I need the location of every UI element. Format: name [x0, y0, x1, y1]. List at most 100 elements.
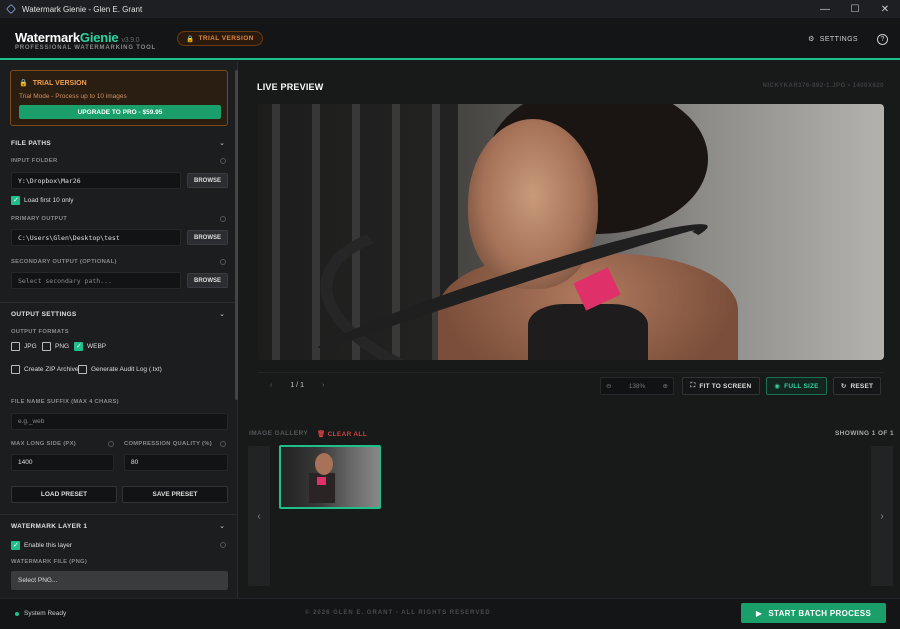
- max-long-side-input[interactable]: 1400: [11, 454, 114, 471]
- secondary-output-field[interactable]: Select secondary path...: [11, 272, 181, 289]
- zoom-level: 138%: [628, 382, 646, 390]
- settings-label: SETTINGS: [819, 35, 858, 43]
- section-divider: [0, 514, 237, 515]
- live-preview-title: LIVE PREVIEW: [257, 82, 324, 92]
- info-icon[interactable]: [220, 158, 226, 164]
- watermark-layer-title: WATERMARK LAYER 1: [11, 523, 88, 530]
- settings-button[interactable]: ⚙ SETTINGS: [808, 35, 858, 44]
- chevron-down-icon[interactable]: ⌄: [219, 522, 225, 530]
- enable-layer-checkbox[interactable]: [11, 541, 20, 550]
- status-indicator: System Ready: [15, 610, 66, 617]
- info-icon[interactable]: [220, 542, 226, 548]
- logo-accent: Gienie: [79, 30, 119, 45]
- app-icon: [6, 4, 16, 14]
- info-icon[interactable]: [108, 441, 114, 447]
- zip-archive-checkbox[interactable]: [11, 365, 20, 374]
- enable-layer-label: Enable this layer: [24, 542, 73, 549]
- info-icon[interactable]: [220, 259, 226, 265]
- app-tagline: PROFESSIONAL WATERMARKING TOOL: [15, 45, 157, 51]
- lock-icon: 🔒: [19, 80, 28, 87]
- format-webp-label: WEBP: [87, 343, 107, 350]
- preview-toolbar: ‹ 1 / 1 › ⊖ 138% ⊕ ⛶ FIT TO SCREEN ◉ FUL…: [258, 372, 884, 398]
- window-title: Watermark Gienie - Glen E. Grant: [22, 4, 143, 14]
- gallery-next-icon[interactable]: ›: [871, 446, 893, 586]
- prev-page-icon[interactable]: ‹: [270, 382, 272, 389]
- upgrade-button[interactable]: UPGRADE TO PRO - $59.95: [19, 105, 221, 119]
- gallery-prev-icon[interactable]: ‹: [248, 446, 270, 586]
- primary-output-label: PRIMARY OUTPUT: [11, 216, 68, 222]
- start-batch-label: START BATCH PROCESS: [768, 608, 872, 618]
- zip-archive-label: Create ZIP Archive: [24, 366, 79, 373]
- minimize-icon[interactable]: —: [810, 0, 840, 18]
- fit-to-screen-button[interactable]: ⛶ FIT TO SCREEN: [682, 377, 760, 395]
- trial-box-title-text: TRIAL VERSION: [32, 79, 87, 87]
- audit-log-checkbox[interactable]: [78, 365, 87, 374]
- page-indicator: 1 / 1: [290, 382, 304, 389]
- info-icon[interactable]: [220, 441, 226, 447]
- reset-button[interactable]: ↻ RESET: [833, 377, 881, 395]
- suffix-input[interactable]: e.g._web: [11, 413, 228, 430]
- start-batch-button[interactable]: ▶ START BATCH PROCESS: [741, 603, 886, 623]
- page-nav: ‹ 1 / 1 ›: [270, 382, 324, 389]
- browse-primary-button[interactable]: BROWSE: [187, 230, 228, 245]
- browse-secondary-button[interactable]: BROWSE: [187, 273, 228, 288]
- gallery-thumbnail[interactable]: [279, 445, 381, 509]
- zoom-in-icon[interactable]: ⊕: [663, 382, 668, 390]
- gear-icon: ⚙: [808, 36, 815, 43]
- format-png-checkbox[interactable]: [42, 342, 51, 351]
- suffix-label: FILE NAME SUFFIX (MAX 4 CHARS): [11, 399, 119, 405]
- format-jpg-checkbox[interactable]: [11, 342, 20, 351]
- browse-input-button[interactable]: BROWSE: [187, 173, 228, 188]
- full-size-label: FULL SIZE: [784, 382, 819, 390]
- format-png-label: PNG: [55, 343, 70, 350]
- load-first-checkbox[interactable]: [11, 196, 20, 205]
- maximize-icon[interactable]: ☐: [840, 0, 870, 18]
- clear-all-label: CLEAR ALL: [327, 431, 367, 438]
- output-formats-label: OUTPUT FORMATS: [11, 329, 69, 335]
- zoom-out-icon[interactable]: ⊖: [606, 382, 611, 390]
- input-folder-label: INPUT FOLDER: [11, 158, 58, 164]
- gallery-count: SHOWING 1 OF 1: [834, 430, 894, 437]
- sidebar: 🔒 TRIAL VERSION Trial Mode - Process up t…: [0, 62, 238, 598]
- next-page-icon[interactable]: ›: [322, 382, 324, 389]
- trial-box-message: Trial Mode - Process up to 10 images: [19, 93, 127, 100]
- fit-to-screen-label: FIT TO SCREEN: [699, 382, 752, 390]
- fit-icon: ⛶: [690, 382, 696, 389]
- trial-box: 🔒 TRIAL VERSION Trial Mode - Process up t…: [10, 70, 228, 126]
- eye-icon: ◉: [774, 383, 781, 390]
- audit-log-label: Generate Audit Log (.txt): [91, 366, 162, 373]
- format-jpg-label: JPG: [24, 343, 37, 350]
- quality-input[interactable]: 80: [124, 454, 228, 471]
- input-folder-field[interactable]: Y:\Dropbox\Mar26: [11, 172, 181, 189]
- file-paths-title: FILE PATHS: [11, 140, 51, 147]
- thumb-pink: [317, 477, 326, 485]
- preview-image[interactable]: [258, 104, 884, 360]
- quality-label: COMPRESSION QUALITY (%): [124, 441, 212, 447]
- window-controls: — ☐ ✕: [810, 0, 900, 18]
- lock-icon: 🔒: [186, 35, 195, 43]
- help-icon[interactable]: ?: [877, 34, 888, 45]
- window-titlebar: Watermark Gienie - Glen E. Grant — ☐ ✕: [0, 0, 900, 18]
- max-long-side-label: MAX LONG SIDE (PX): [11, 441, 76, 447]
- format-webp-checkbox[interactable]: [74, 342, 83, 351]
- section-divider: [0, 302, 237, 303]
- zoom-control: ⊖ 138% ⊕: [600, 377, 674, 395]
- primary-output-field[interactable]: C:\Users\Glen\Desktop\test: [11, 229, 181, 246]
- refresh-icon: ↻: [840, 383, 847, 390]
- output-settings-title: OUTPUT SETTINGS: [11, 311, 77, 318]
- chevron-down-icon[interactable]: ⌄: [219, 310, 225, 318]
- chevron-down-icon[interactable]: ⌄: [219, 139, 225, 147]
- full-size-button[interactable]: ◉ FULL SIZE: [766, 377, 827, 395]
- image-gallery: IMAGE GALLERY 🗑 CLEAR ALL SHOWING 1 OF 1…: [239, 424, 900, 598]
- file-info: NICKYKAR376-892-1.JPG • 1400X820: [762, 83, 884, 89]
- trial-badge-label: TRIAL VERSION: [198, 35, 254, 42]
- sidebar-scrollbar[interactable]: [235, 70, 238, 400]
- load-preset-button[interactable]: LOAD PRESET: [11, 486, 117, 503]
- close-icon[interactable]: ✕: [870, 0, 900, 18]
- info-icon[interactable]: [220, 216, 226, 222]
- app-version: v3.9.0: [121, 37, 140, 44]
- save-preset-button[interactable]: SAVE PRESET: [122, 486, 228, 503]
- watermark-file-select[interactable]: Select PNG...: [11, 571, 228, 590]
- footer: System Ready © 2026 GLEN E. GRANT - ALL …: [0, 598, 900, 629]
- clear-all-button[interactable]: 🗑 CLEAR ALL: [317, 430, 367, 438]
